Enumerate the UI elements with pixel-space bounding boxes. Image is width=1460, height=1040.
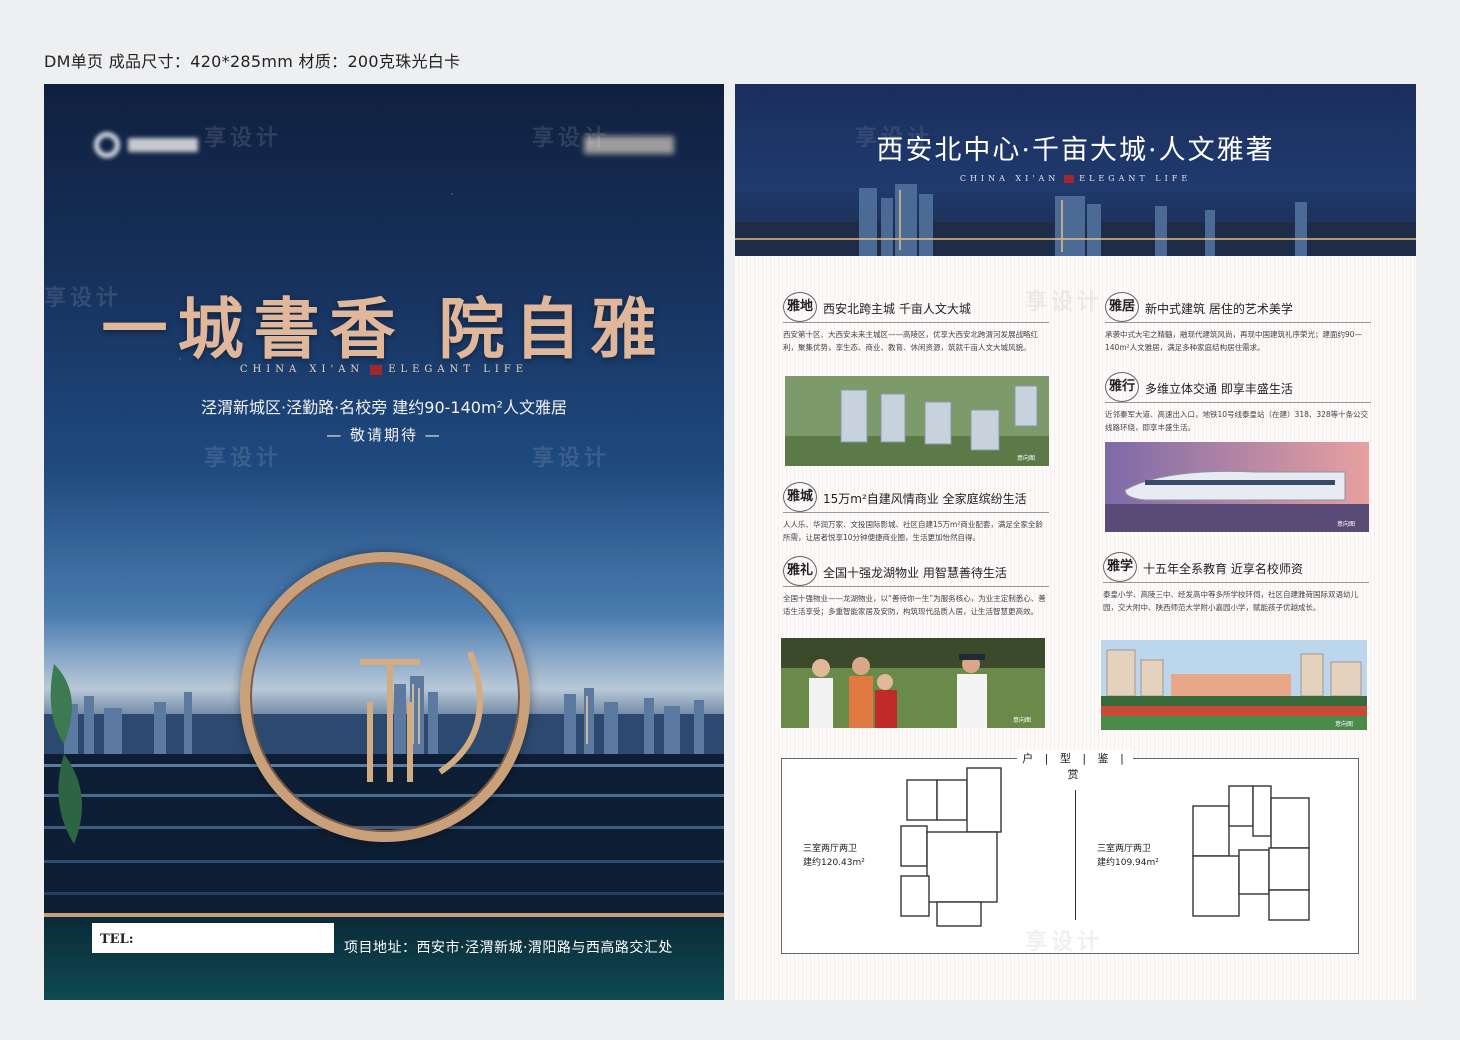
feature-card: 雅礼 全国十强龙湖物业 用智慧善待生活 全国十强物业——龙湖物业，以“善待你一生… [783,556,1049,626]
property-service-photo: 意向图 [781,638,1045,728]
banner-title: 西安北中心·千亩大城·人文雅著 [876,135,1275,166]
feature-card: 雅行 多维立体交通 即享丰盛生活 近邻秦军大道、高速出入口，地铁10号线泰皇站（… [1105,372,1371,432]
coming-soon: — 敬请期待 — [326,426,442,444]
photo-caption: 意向图 [1337,520,1355,528]
floor-plan-b [1192,785,1310,921]
leaf-decoration [50,664,82,844]
feature-rule [783,512,1049,513]
red-square-icon [1064,175,1075,183]
floor-plan-divider [1075,790,1076,920]
watermark: 享设计 [855,126,934,151]
watermark: 享设计 [1025,290,1104,315]
feature-body: 泰皇小学、高陵三中、经发高中等多所学校环伺，社区自建雅荷国际双语幼儿园，交大附中… [1103,590,1358,612]
feature-title: 全国十强龙湖物业 用智慧善待生活 [823,566,1007,580]
feature-rule [1105,322,1371,323]
aerial-render-photo: 意向图 [785,376,1049,466]
feature-body: 西安第十区、大西安未来主城区——高陵区，优享大西安北跨渭河发展战略红利，聚集优势… [783,330,1038,352]
feature-rule [783,586,1049,587]
feature-seal-icon: 雅学 [1103,552,1137,582]
emblem-glyph [360,650,483,782]
watermark: 享设计 [204,126,283,151]
plan-area: 建约109.94m² [1097,858,1159,868]
watermark: 享设计 [1025,930,1104,955]
feature-card: 雅居 新中式建筑 居住的艺术美学 承袭中式大宅之精髓，融现代建筑风尚，再现中国建… [1105,292,1371,352]
banner-sub-right: ELEGANT LIFE [1079,174,1192,183]
floor-plan-tab: 户 | 型 | 鉴 | 赏 [1017,750,1133,781]
plan-type: 三室两厅两卫 [1097,844,1152,854]
banner: 西安北中心·千亩大城·人文雅著 CHINA XI'AN ELEGANT LIFE [735,84,1416,256]
highspeed-train-photo: 意向图 [1105,442,1369,532]
feature-rule [1105,402,1371,403]
plan-type: 三室两厅两卫 [803,844,858,854]
photo-caption: 意向图 [1017,454,1035,462]
banner-subline: CHINA XI'AN ELEGANT LIFE [735,174,1416,183]
feature-seal-icon: 雅居 [1105,292,1139,322]
spec-line: DM单页 成品尺寸：420*285mm 材质：200克珠光白卡 [44,52,461,71]
banner-sub-left: CHINA XI'AN [959,174,1060,183]
feature-body: 全国十强物业——龙湖物业，以“善待你一生”为服务核心，为业主定制悉心、善适生活享… [783,594,1046,616]
headline: 一城書香 院自雅 [101,290,667,368]
photo-caption: 意向图 [1013,716,1031,724]
feature-title: 15万m²自建风情商业 全家庭缤纷生活 [823,492,1027,506]
headline-subline: CHINA XI'AN ELEGANT LIFE [44,364,724,375]
feature-title: 多维立体交通 即享丰盛生活 [1145,382,1293,396]
photo-caption: 意向图 [1335,720,1353,728]
project-address: 项目地址：西安市·泾渭新城·渭阳路与西高路交汇处 [344,940,673,956]
red-square-icon [370,364,383,375]
front-page: 享设计 享设计 享设计 享设计 享设计 一城書香 院自雅 CHINA XI'AN… [44,84,724,1000]
subline-left: CHINA XI'AN [239,364,365,375]
feature-seal-icon: 雅地 [783,292,817,322]
feature-seal-icon: 雅行 [1105,372,1139,402]
feature-body: 人人乐、华润万家、文投国际影城、社区自建15万m²商业配套，满足全家全龄所需，让… [783,520,1043,542]
location-line: 泾渭新城区·泾勤路·名校旁 建约90-140m²人文雅居 [201,398,567,417]
feature-title: 西安北跨主城 千亩人文大城 [823,302,971,316]
feature-rule [783,322,1049,323]
feature-card: 雅城 15万m²自建风情商业 全家庭缤纷生活 人人乐、华润万家、文投国际影城、社… [783,482,1049,542]
plan-label: 三室两厅两卫 建约109.94m² [1097,842,1159,870]
back-page: 西安北中心·千亩大城·人文雅著 CHINA XI'AN ELEGANT LIFE … [735,84,1416,1000]
feature-card: 雅地 西安北跨主城 千亩人文大城 西安第十区、大西安未来主城区——高陵区，优享大… [783,292,1049,372]
feature-rule [1103,582,1369,583]
watermark: 享设计 [532,126,611,151]
brand-logo [94,132,198,158]
feature-seal-icon: 雅城 [783,482,817,512]
plan-label: 三室两厅两卫 建约120.43m² [803,842,865,870]
school-campus-photo: 意向图 [1101,640,1367,730]
feature-title: 十五年全系教育 近享名校师资 [1143,562,1303,576]
front-footer: TEL: 项目地址：西安市·泾渭新城·渭阳路与西高路交汇处 [44,917,724,1000]
tel-field[interactable]: TEL: [92,923,334,953]
feature-title: 新中式建筑 居住的艺术美学 [1145,302,1293,316]
plan-area: 建约120.43m² [803,858,865,868]
subline-right: ELEGANT LIFE [388,364,529,375]
feature-body: 承袭中式大宅之精髓，融现代建筑风尚，再现中国建筑礼序荣光；建面约90—140m²… [1105,330,1363,352]
feature-seal-icon: 雅礼 [783,556,817,586]
feature-card: 雅学 十五年全系教育 近享名校师资 泰皇小学、高陵三中、经发高中等多所学校环伺，… [1103,552,1369,622]
floor-plan-a [900,767,1002,927]
banner-skyline [735,184,1416,256]
feature-body: 近邻秦军大道、高速出入口，地铁10号线泰皇站（在建）318、328等十条公交线路… [1105,410,1369,432]
